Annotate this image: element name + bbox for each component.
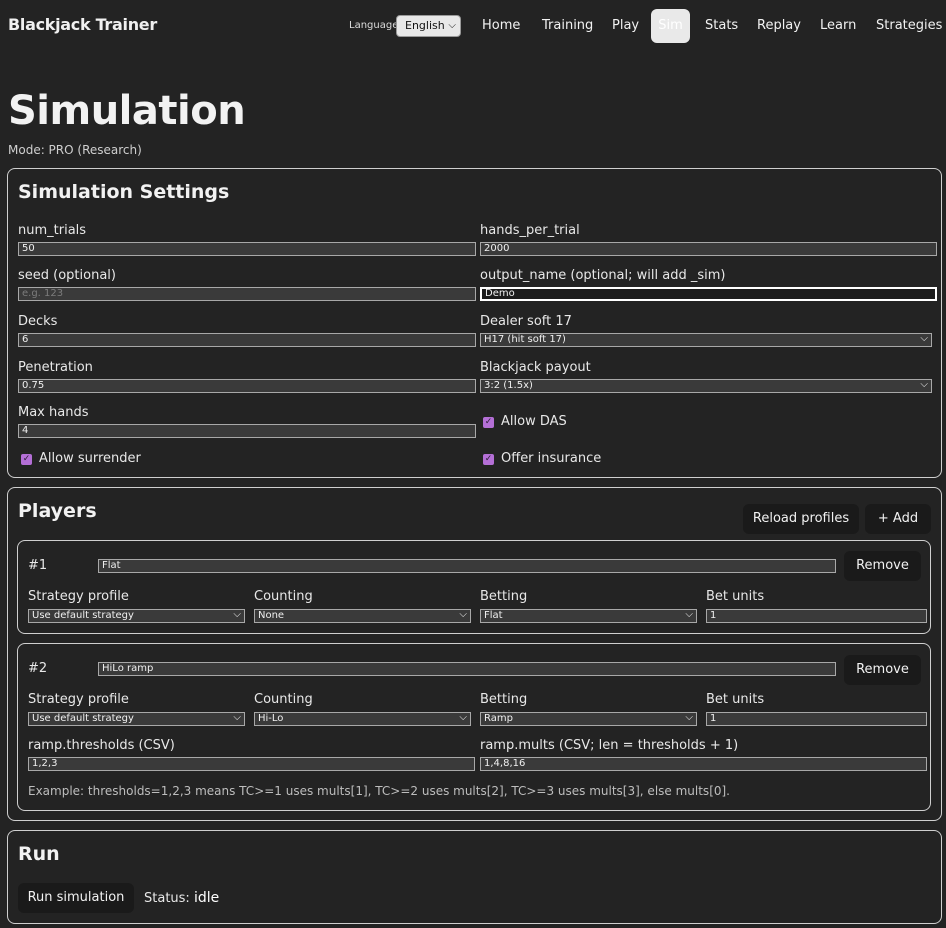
counting-value: Hi-Lo [258, 713, 284, 724]
nav-replay[interactable]: Replay [751, 9, 807, 43]
strategy-profile-select[interactable]: Use default strategy ⌵ [28, 712, 245, 726]
decks-input[interactable]: 6 [18, 333, 476, 347]
dealer-soft17-label: Dealer soft 17 [480, 314, 572, 329]
max-hands-input[interactable]: 4 [18, 424, 476, 438]
add-player-button[interactable]: + Add [865, 504, 931, 534]
checkmark-icon: ✓ [484, 454, 493, 464]
output-name-input[interactable]: Demo [480, 287, 937, 301]
bet-units-input[interactable]: 1 [706, 712, 927, 726]
nav-sim[interactable]: Sim [651, 9, 690, 43]
ramp-thresholds-label: ramp.thresholds (CSV) [28, 738, 175, 753]
strategy-profile-value: Use default strategy [32, 713, 134, 724]
ramp-example-hint: Example: thresholds=1,2,3 means TC>=1 us… [28, 784, 730, 798]
run-title: Run [18, 843, 60, 865]
counting-value: None [258, 610, 285, 621]
status-display: Status: idle [144, 890, 219, 906]
nav-play[interactable]: Play [606, 9, 645, 43]
chevron-down-icon: ⌵ [685, 712, 693, 723]
checkmark-icon: ✓ [22, 454, 31, 464]
run-panel: Run Run simulation Status: idle [7, 830, 942, 924]
betting-value: Ramp [484, 713, 513, 724]
offer-insurance-checkbox[interactable]: ✓ [483, 454, 494, 465]
top-navbar: Blackjack Trainer Language English ⌵ Hom… [0, 0, 946, 52]
language-label: Language [349, 20, 399, 31]
counting-select[interactable]: Hi-Lo ⌵ [254, 712, 471, 726]
blackjack-payout-label: Blackjack payout [480, 360, 591, 375]
simulation-settings-panel: Simulation Settings num_trials 50 hands_… [7, 168, 942, 478]
dealer-soft17-value: H17 (hit soft 17) [484, 334, 566, 345]
reload-profiles-button[interactable]: Reload profiles [743, 504, 859, 534]
chevron-down-icon: ⌵ [920, 379, 928, 390]
player-number: #2 [28, 661, 48, 676]
brand-title[interactable]: Blackjack Trainer [8, 15, 157, 34]
penetration-input[interactable]: 0.75 [18, 379, 476, 393]
strategy-profile-label: Strategy profile [28, 692, 129, 707]
output-name-label: output_name (optional; will add _sim) [480, 268, 726, 283]
chevron-down-icon: ⌵ [459, 712, 467, 723]
chevron-down-icon: ⌵ [685, 609, 693, 620]
language-select[interactable]: English ⌵ [396, 15, 461, 37]
remove-player-button[interactable]: Remove [844, 551, 921, 581]
counting-label: Counting [254, 692, 313, 707]
nav-home[interactable]: Home [476, 9, 526, 43]
nav-learn[interactable]: Learn [814, 9, 862, 43]
player-name-input[interactable]: Flat [98, 559, 836, 573]
allow-das-checkbox[interactable]: ✓ [483, 417, 494, 428]
seed-input[interactable]: e.g. 123 [18, 287, 476, 301]
nav-stats[interactable]: Stats [699, 9, 744, 43]
max-hands-label: Max hands [18, 405, 89, 420]
blackjack-payout-value: 3:2 (1.5x) [484, 380, 533, 391]
checkmark-icon: ✓ [484, 417, 493, 427]
strategy-profile-select[interactable]: Use default strategy ⌵ [28, 609, 245, 623]
chevron-down-icon: ⌵ [459, 609, 467, 620]
counting-label: Counting [254, 589, 313, 604]
language-select-value: English [405, 19, 445, 32]
strategy-profile-value: Use default strategy [32, 610, 134, 621]
players-title: Players [18, 500, 97, 522]
seed-label: seed (optional) [18, 268, 116, 283]
nav-strategies[interactable]: Strategies [870, 9, 946, 43]
page-title: Simulation [8, 88, 246, 134]
status-value: idle [193, 890, 220, 906]
allow-surrender-checkbox[interactable]: ✓ [21, 454, 32, 465]
chevron-down-icon: ⌵ [233, 712, 241, 723]
allow-das-label: Allow DAS [501, 414, 567, 429]
offer-insurance-label: Offer insurance [501, 451, 602, 466]
hands-per-trial-input[interactable]: 2000 [480, 242, 937, 256]
betting-value: Flat [484, 610, 503, 621]
player-number: #1 [28, 558, 48, 573]
chevron-down-icon: ⌵ [448, 20, 456, 31]
betting-select[interactable]: Flat ⌵ [480, 609, 697, 623]
betting-label: Betting [480, 692, 528, 707]
ramp-mults-label: ramp.mults (CSV; len = thresholds + 1) [480, 738, 739, 753]
betting-label: Betting [480, 589, 528, 604]
player-card-1: #1 Flat Remove Strategy profile Use defa… [17, 540, 931, 634]
nav-training[interactable]: Training [536, 9, 599, 43]
run-simulation-button[interactable]: Run simulation [18, 883, 134, 913]
hands-per-trial-label: hands_per_trial [480, 223, 580, 238]
strategy-profile-label: Strategy profile [28, 589, 129, 604]
status-label: Status: [144, 891, 190, 906]
chevron-down-icon: ⌵ [920, 333, 928, 344]
betting-select[interactable]: Ramp ⌵ [480, 712, 697, 726]
allow-surrender-label: Allow surrender [39, 451, 141, 466]
bet-units-input[interactable]: 1 [706, 609, 927, 623]
penetration-label: Penetration [18, 360, 93, 375]
settings-title: Simulation Settings [18, 181, 230, 203]
num-trials-input[interactable]: 50 [18, 242, 476, 256]
bet-units-label: Bet units [706, 692, 765, 707]
blackjack-payout-select[interactable]: 3:2 (1.5x) ⌵ [480, 379, 932, 393]
counting-select[interactable]: None ⌵ [254, 609, 471, 623]
ramp-thresholds-input[interactable]: 1,2,3 [28, 757, 475, 771]
player-card-2: #2 HiLo ramp Remove Strategy profile Use… [17, 643, 931, 811]
mode-indicator: Mode: PRO (Research) [8, 143, 142, 157]
player-name-input[interactable]: HiLo ramp [98, 662, 836, 676]
remove-player-button[interactable]: Remove [844, 655, 921, 685]
decks-label: Decks [18, 314, 58, 329]
chevron-down-icon: ⌵ [233, 609, 241, 620]
dealer-soft17-select[interactable]: H17 (hit soft 17) ⌵ [480, 333, 932, 347]
bet-units-label: Bet units [706, 589, 765, 604]
num-trials-label: num_trials [18, 223, 87, 238]
ramp-mults-input[interactable]: 1,4,8,16 [480, 757, 927, 771]
